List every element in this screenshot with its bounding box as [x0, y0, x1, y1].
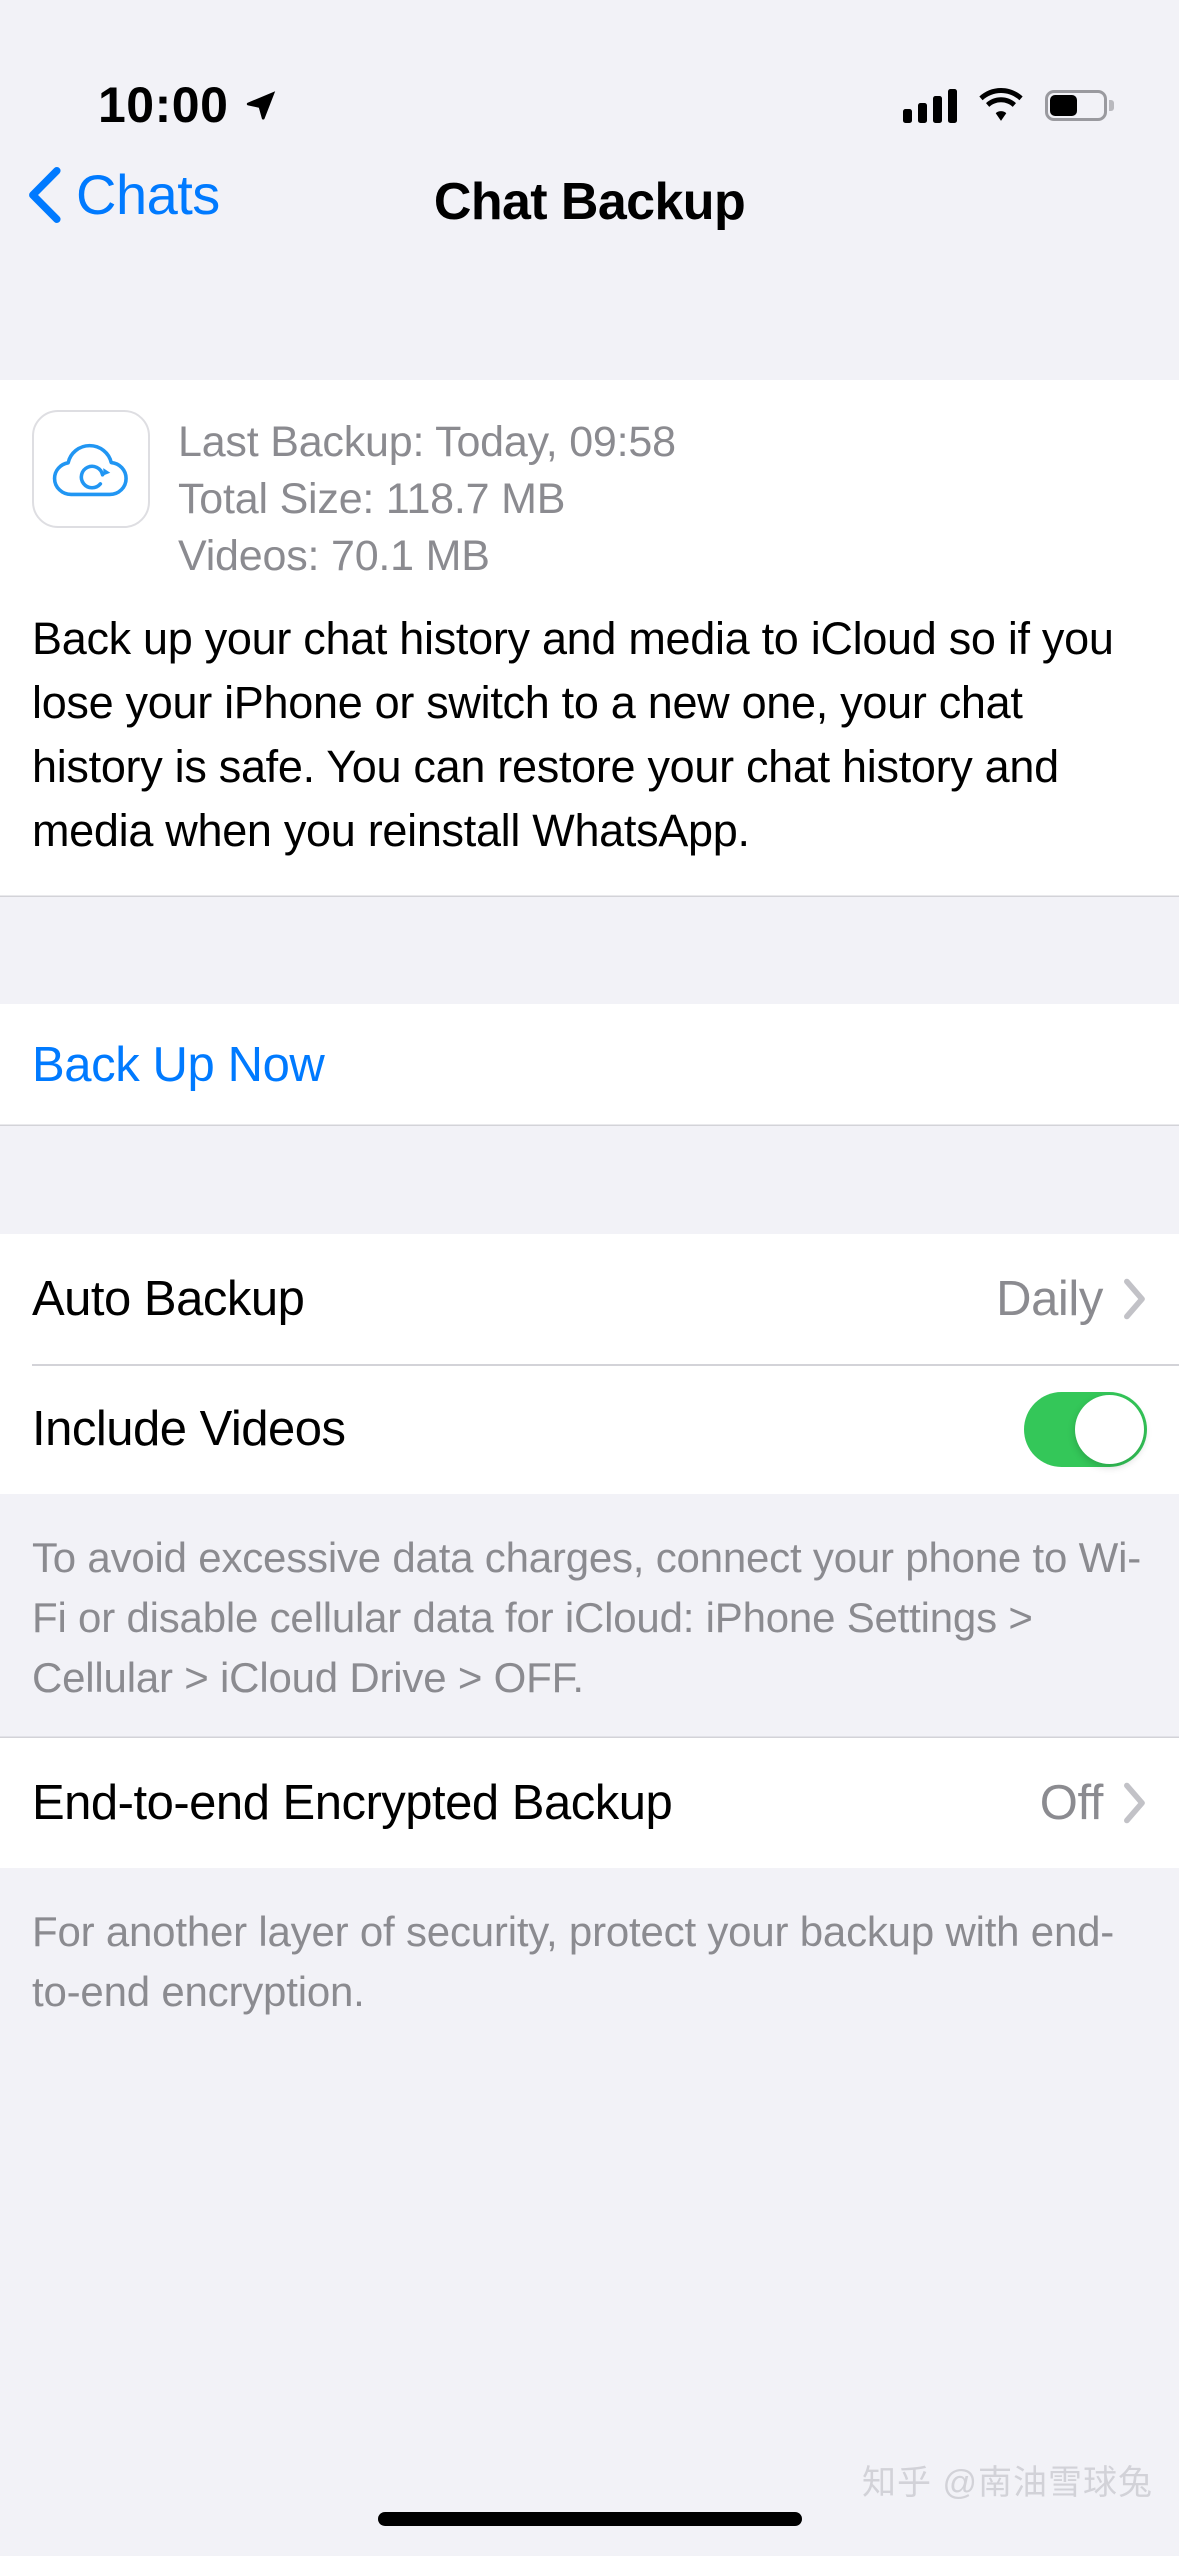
cellular-data-note: To avoid excessive data charges, connect… [0, 1494, 1179, 1738]
backup-settings-card: Auto Backup Daily Include Videos [0, 1234, 1179, 1494]
back-up-now-card: Back Up Now [0, 1004, 1179, 1126]
backup-info-section: Last Backup: Today, 09:58 Total Size: 11… [0, 380, 1179, 2052]
include-videos-row[interactable]: Include Videos [0, 1364, 1179, 1494]
status-bar-clock: 10:00 [98, 77, 229, 133]
videos-size-text: Videos: 70.1 MB [178, 532, 490, 580]
auto-backup-value: Daily [996, 1271, 1103, 1326]
watermark: 知乎 @南油雪球兔 [862, 2464, 1153, 2502]
e2e-security-note: For another layer of security, protect y… [0, 1868, 1179, 2052]
include-videos-label: Include Videos [32, 1401, 346, 1456]
home-indicator[interactable] [377, 2512, 802, 2526]
last-backup-text: Last Backup: Today, 09:58 [178, 418, 676, 466]
back-up-now-button[interactable]: Back Up Now [0, 1004, 1179, 1126]
e2e-backup-row[interactable]: End-to-end Encrypted Backup Off [0, 1738, 1179, 1868]
e2e-backup-label: End-to-end Encrypted Backup [32, 1775, 673, 1830]
cellular-signal-icon [903, 87, 957, 123]
chevron-right-icon [1124, 1782, 1145, 1824]
cloud-refresh-glyph [52, 443, 128, 497]
backup-stats: Last Backup: Today, 09:58 Total Size: 11… [178, 410, 676, 585]
section-gap-2 [0, 1126, 1179, 1234]
e2e-backup-card: End-to-end Encrypted Backup Off [0, 1738, 1179, 1868]
total-size-text: Total Size: 118.7 MB [178, 475, 566, 523]
location-arrow-icon [247, 91, 276, 120]
cloud-backup-icon [32, 410, 150, 528]
e2e-backup-value: Off [1039, 1775, 1104, 1830]
backup-summary: Last Backup: Today, 09:58 Total Size: 11… [0, 380, 1179, 585]
backup-description: Back up your chat history and media to i… [32, 613, 1114, 856]
page-title: Chat Backup [433, 173, 746, 231]
status-bar-right [903, 87, 1114, 123]
chevron-right-icon [1124, 1278, 1145, 1320]
auto-backup-row[interactable]: Auto Backup Daily [0, 1234, 1179, 1364]
backup-info-card: Last Backup: Today, 09:58 Total Size: 11… [0, 380, 1179, 897]
navigation-bar: Chats Chat Backup [0, 155, 1179, 380]
status-bar-left: 10:00 [98, 80, 278, 130]
wifi-icon [979, 88, 1023, 121]
auto-backup-label: Auto Backup [32, 1271, 305, 1326]
battery-icon [1045, 89, 1114, 121]
section-gap-1 [0, 897, 1179, 1004]
bottom-bar: 知乎 @南油雪球兔 [0, 2436, 1179, 2556]
status-bar: 10:00 [0, 0, 1179, 155]
toggle-knob [1075, 1394, 1144, 1464]
e2e-backup-value-group: Off [1039, 1775, 1147, 1830]
back-up-now-label: Back Up Now [32, 1037, 325, 1092]
include-videos-toggle[interactable] [1024, 1391, 1147, 1467]
auto-backup-value-group: Daily [996, 1271, 1147, 1326]
iphone-screen: 10:00 Chats Chat Backup Last Backup: Tod… [0, 0, 1179, 2556]
